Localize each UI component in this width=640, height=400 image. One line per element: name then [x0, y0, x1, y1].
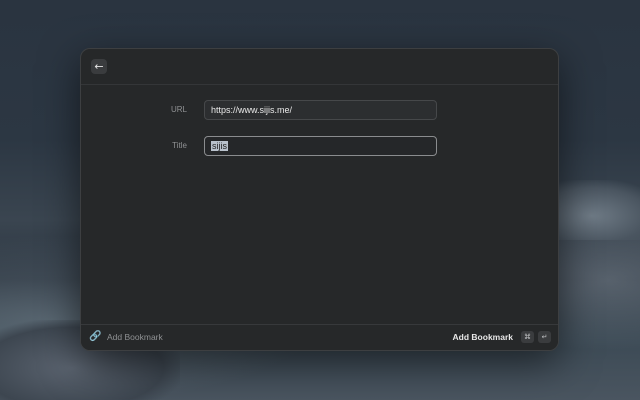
title-input-value: sijis [211, 141, 228, 151]
url-label: URL [170, 105, 187, 114]
url-row: URL https://www.sijis.me/ [81, 100, 558, 120]
back-button[interactable]: ← [91, 59, 107, 74]
title-row: Title sijis [81, 136, 558, 156]
dialog-header: ← [81, 49, 558, 85]
url-input[interactable]: https://www.sijis.me/ [204, 100, 437, 120]
bookmark-link-icon: 🔗 [89, 331, 102, 342]
bookmark-dialog: ← URL https://www.sijis.me/ Title sijis … [80, 48, 559, 351]
action-bar-title: Add Bookmark [107, 332, 163, 342]
action-bar: 🔗 Add Bookmark Add Bookmark ⌘ ↵ [81, 324, 558, 350]
title-label: Title [172, 141, 187, 150]
return-key-icon: ↵ [538, 331, 551, 343]
title-input[interactable]: sijis [204, 136, 437, 156]
arrow-left-icon: ← [94, 60, 104, 73]
add-bookmark-button[interactable]: Add Bookmark [453, 325, 513, 350]
url-input-value: https://www.sijis.me/ [211, 105, 293, 115]
command-key-icon: ⌘ [521, 331, 534, 343]
